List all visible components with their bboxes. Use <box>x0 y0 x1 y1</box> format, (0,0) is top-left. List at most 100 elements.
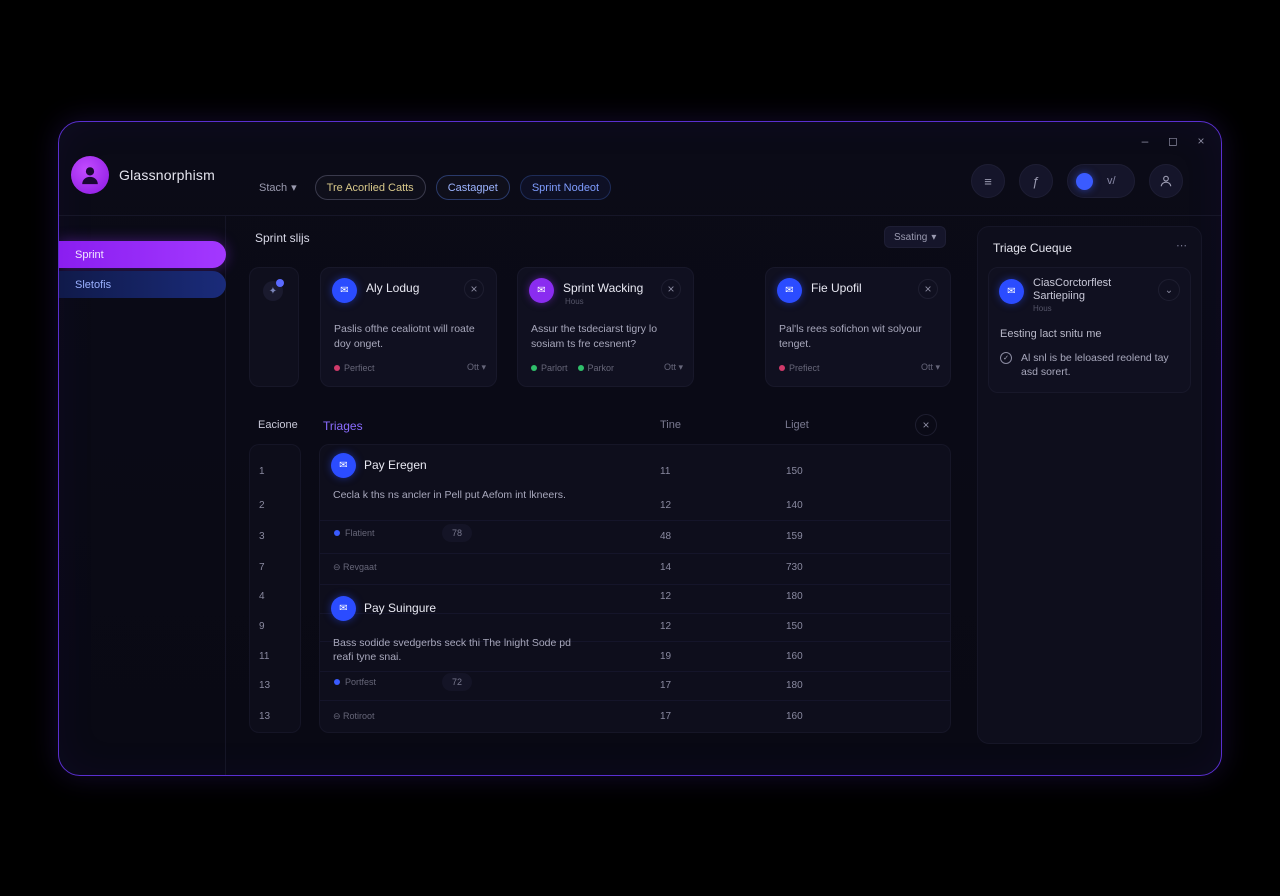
card-icon: ✉ <box>777 278 802 303</box>
card-title: Fie Upofil <box>811 281 862 295</box>
brand-name: Glassnorphism <box>119 167 215 183</box>
maximize-icon[interactable]: ◻ <box>1167 134 1179 148</box>
sort-dropdown[interactable]: Ssating ▾ <box>884 226 947 248</box>
close-icon[interactable]: × <box>915 414 937 436</box>
check-circle-icon: ✓ <box>1000 352 1012 364</box>
queue-card-title: CiasCorctorflest Sartiepiing <box>1033 277 1112 302</box>
row-divider <box>319 520 951 521</box>
triages-column-header[interactable]: Triages <box>323 419 363 433</box>
panel-title: Triage Cueque <box>993 241 1072 255</box>
chip-acorlied-catts[interactable]: Tre Acorlied Catts <box>314 175 426 200</box>
row-last: 150 <box>786 621 803 632</box>
chevron-down-icon: ▾ <box>291 182 297 194</box>
row-divider <box>319 553 951 554</box>
triage-subtask[interactable]: ⊖ Revgaat <box>333 562 377 573</box>
stach-dropdown[interactable]: Stach ▾ <box>251 175 305 200</box>
card-options-dropdown[interactable]: Ott ▾ <box>664 362 683 373</box>
row-last: 160 <box>786 711 803 722</box>
chip-sprint-nodeot[interactable]: Sprint Nodeot <box>519 175 612 200</box>
sidebar-item-sletofis[interactable]: Sletofis <box>59 271 226 298</box>
row-index: 11 <box>259 651 270 662</box>
status-dot <box>531 364 537 371</box>
triage-title: Pay Suingure <box>364 601 437 615</box>
row-divider <box>319 700 951 701</box>
minimize-icon[interactable]: – <box>1139 134 1151 148</box>
sprint-card[interactable]: ✉ Fie Upofil × Pal'ls rees sofichon wit … <box>765 267 951 387</box>
status-dot <box>779 364 785 371</box>
time-column-header[interactable]: Tine <box>660 419 681 431</box>
row-last: 730 <box>786 562 803 573</box>
tag-label: Parlort <box>541 362 568 373</box>
row-index: 13 <box>259 680 271 691</box>
status-badge: Parkor <box>577 362 615 373</box>
card-title: Sprint Wacking <box>563 281 644 295</box>
chip-label: Castagpet <box>447 181 498 194</box>
card-footer: Prefiect Ott ▾ <box>779 362 940 373</box>
row-time: 17 <box>660 680 672 691</box>
sprint-card[interactable]: ✉ Sprint Wacking Hous × Assur the tsdeci… <box>517 267 694 387</box>
status-dot <box>334 364 340 371</box>
row-index: 4 <box>259 591 265 602</box>
close-icon[interactable]: × <box>918 279 938 299</box>
triage-queue-panel: Triage Cueque ⋯ ✉ CiasCorctorflest Sarti… <box>977 226 1202 744</box>
chip-label: Tre Acorlied Catts <box>326 181 414 194</box>
sprint-card[interactable]: ✉ Aly Lodug × Paslis ofthe cealiotnt wil… <box>320 267 497 387</box>
tag-label: Portfest <box>345 677 377 687</box>
row-index: 9 <box>259 621 265 632</box>
theme-toggle[interactable]: v/ <box>1067 164 1135 198</box>
close-icon[interactable]: × <box>464 279 484 299</box>
close-window-icon[interactable]: × <box>1195 134 1207 148</box>
row-last: 180 <box>786 591 803 602</box>
sidebar-item-sprint[interactable]: Sprint <box>59 241 226 268</box>
collapsed-card[interactable]: ✦ <box>249 267 299 387</box>
card-description: Assur the tsdeciarst tigry lo sosiam ts … <box>531 323 658 350</box>
top-filter-chips: Stach ▾ Tre Acorlied Catts Castagpet Spr… <box>251 175 612 200</box>
row-time: 17 <box>660 711 672 722</box>
status-badge: Portfest <box>334 677 376 687</box>
triage-icon: ✉ <box>331 453 356 478</box>
card-description: Paslis ofthe cealiotnt will roate doy on… <box>334 323 475 350</box>
status-dot <box>334 679 340 685</box>
triage-subtask[interactable]: ⊖ Rotiroot <box>333 711 375 722</box>
card-icon: ✉ <box>529 278 554 303</box>
queue-card-icon: ✉ <box>999 279 1024 304</box>
window-controls: – ◻ × <box>1139 134 1207 148</box>
close-icon[interactable]: × <box>661 279 681 299</box>
last-column-header[interactable]: Liget <box>785 419 809 431</box>
chip-castagpet[interactable]: Castagpet <box>435 175 510 200</box>
tag-label: Prefiect <box>789 362 820 373</box>
queue-card-text: Eesting lact snitu me <box>1000 328 1102 340</box>
sort-label: Ssating <box>894 231 928 243</box>
queue-card-subtitle: Hous <box>1033 304 1052 313</box>
row-last: 159 <box>786 531 803 542</box>
menu-icon[interactable]: ≡ <box>971 164 1005 198</box>
row-time: 12 <box>660 591 672 602</box>
header-divider <box>59 215 1221 216</box>
info-icon[interactable]: ƒ <box>1019 164 1053 198</box>
user-icon[interactable] <box>1149 164 1183 198</box>
triage-description: Bass sodide svedgerbs seck thi The lnigh… <box>333 637 571 663</box>
user-silhouette-icon[interactable] <box>71 156 109 194</box>
row-index: 1 <box>259 466 265 477</box>
card-footer: Parlort Parkor Ott ▾ <box>531 362 683 373</box>
row-time: 14 <box>660 562 672 573</box>
sidebar-item-label: Sletofis <box>75 278 112 291</box>
card-options-dropdown[interactable]: Ott ▾ <box>921 362 940 373</box>
tag-label: Parkor <box>587 362 615 373</box>
index-column-header: Eacione <box>258 419 298 431</box>
status-badge: Prefiect <box>779 363 820 373</box>
card-description: Pal'ls rees sofichon wit solyour tenget. <box>779 323 922 350</box>
row-divider <box>319 671 951 672</box>
row-time: 12 <box>660 500 672 511</box>
tag-label: Flatient <box>345 528 375 538</box>
row-index: 3 <box>259 531 265 542</box>
status-dot <box>334 530 340 536</box>
more-icon[interactable]: ⋯ <box>1176 239 1187 252</box>
chevron-down-icon[interactable]: ⌄ <box>1158 279 1180 301</box>
row-time: 19 <box>660 651 672 662</box>
count-badge: 78 <box>442 524 472 542</box>
queue-card[interactable]: ✉ CiasCorctorflest Sartiepiing Hous ⌄ Ee… <box>988 267 1191 393</box>
card-options-dropdown[interactable]: Ott ▾ <box>467 362 486 373</box>
toggle-label: v/ <box>1107 175 1116 187</box>
notification-icon: ✦ <box>263 279 284 301</box>
